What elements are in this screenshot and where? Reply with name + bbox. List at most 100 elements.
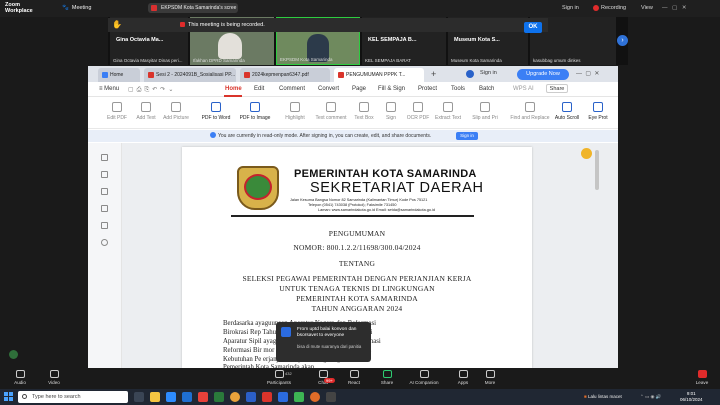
letterhead-rule — [231, 215, 474, 217]
menu-button[interactable]: ≡ Menu — [99, 86, 119, 92]
video-button[interactable]: Video — [37, 369, 71, 385]
zoom-app-icon[interactable] — [166, 392, 176, 402]
tab-document[interactable]: Sesi 2 - 2024091B_Sosialisasi PP... — [144, 68, 236, 82]
eye-protection-tool[interactable]: Eye Prot — [584, 102, 612, 121]
next-page-icon[interactable]: › — [617, 35, 628, 46]
textbox-icon — [359, 102, 369, 112]
excel-icon[interactable] — [214, 392, 224, 402]
menu-comment[interactable]: Comment — [279, 86, 305, 92]
ocr-pdf-tool[interactable]: OCR PDF — [404, 102, 432, 121]
text-box-tool[interactable]: Text Box — [352, 102, 376, 121]
leave-icon — [697, 370, 707, 378]
banner-sign-in-button[interactable]: Sign in — [456, 132, 478, 140]
share-screen-button[interactable]: Share — [370, 369, 404, 385]
sparkle-icon — [419, 370, 429, 378]
pdf-icon — [244, 72, 250, 78]
audio-button[interactable]: Audio — [3, 369, 37, 385]
leave-button[interactable]: Leave — [685, 369, 719, 385]
chat-popup[interactable]: From uptd balai konvon dan bsorsavet to … — [276, 322, 371, 362]
comment-icon[interactable] — [101, 188, 108, 195]
tab-document[interactable]: 2024kepmenpan6347.pdf — [240, 68, 330, 82]
menu-home[interactable]: Home — [225, 86, 242, 92]
document-org: PEMERINTAH KOTA SAMARINDA — [294, 168, 477, 180]
menu-wps-ai[interactable]: WPS AI — [513, 86, 534, 92]
menu-convert[interactable]: Convert — [318, 86, 339, 92]
more-button[interactable]: More — [473, 369, 507, 385]
file-explorer-icon[interactable] — [150, 392, 160, 402]
highlighter-icon — [290, 102, 300, 112]
react-button[interactable]: React — [337, 369, 371, 385]
settings-icon[interactable] — [101, 239, 108, 246]
window-controls[interactable]: — ▢ ✕ — [662, 5, 686, 11]
document-phone: Telepon (0541) 743038 (Protokol); Faksim… — [308, 203, 397, 207]
bookmark-icon[interactable] — [101, 154, 108, 161]
upgrade-button[interactable]: Upgrade Now — [517, 69, 569, 80]
city-seal-emblem — [244, 174, 272, 200]
pencil-icon[interactable] — [581, 148, 592, 159]
ok-button[interactable]: OK — [524, 22, 542, 33]
menu-edit[interactable]: Edit — [254, 86, 264, 92]
new-tab-button[interactable]: + — [431, 69, 436, 79]
signature-icon — [386, 102, 396, 112]
tab-home[interactable]: Home — [98, 68, 140, 82]
menu-fill-sign[interactable]: Fill & Sign — [378, 86, 405, 92]
search-icon[interactable] — [101, 222, 108, 229]
weather-status[interactable]: ■ Lalu lintas macet — [584, 394, 622, 399]
edit-pdf-tool[interactable]: Edit PDF — [104, 102, 130, 121]
thumbnail-icon[interactable] — [101, 171, 108, 178]
taskbar-clock[interactable]: 9:01 06/10/2024 — [680, 391, 703, 402]
avatar-icon[interactable] — [466, 70, 474, 78]
pdf-app-icon[interactable] — [262, 392, 272, 402]
zoom-sign-in[interactable]: Sign in — [562, 5, 579, 11]
attachment-icon[interactable] — [101, 205, 108, 212]
windows-start-icon[interactable] — [4, 392, 14, 402]
tab-active-document[interactable]: PENGUMUMAN PPPK T... — [334, 68, 424, 82]
menu-protect[interactable]: Protect — [418, 86, 437, 92]
whatsapp-icon[interactable] — [294, 392, 304, 402]
menu-tools[interactable]: Tools — [451, 86, 465, 92]
add-text-tool[interactable]: Add Text — [133, 102, 159, 121]
pdf-to-image-tool[interactable]: PDF to Image — [237, 102, 273, 121]
extract-text-tool[interactable]: Extract Text — [433, 102, 463, 121]
app-icon[interactable] — [326, 392, 336, 402]
recording-status[interactable]: Recording — [601, 5, 626, 11]
home-icon — [102, 72, 108, 78]
window-controls[interactable]: — ▢ ✕ — [576, 70, 599, 77]
system-tray-icons[interactable]: ⌃ ▭ ◉ 🔊 — [640, 394, 661, 400]
text-comment-tool[interactable]: Text comment — [312, 102, 350, 121]
sign-in-link[interactable]: Sign in — [480, 70, 497, 76]
zoom-reaction-icon[interactable] — [9, 350, 18, 359]
share-button[interactable]: Share — [546, 84, 568, 93]
slip-print-tool[interactable]: Slip and Pri — [466, 102, 504, 121]
picture-icon — [171, 102, 181, 112]
document-subject: SELEKSI PEGAWAI PEMERINTAH DENGAN PERJAN… — [242, 274, 472, 283]
find-replace-tool[interactable]: Find and Replace — [508, 102, 552, 121]
add-picture-tool[interactable]: Add Picture — [160, 102, 192, 121]
share-title-pill[interactable]: EKPSDM Kota Samarinda's scree — [148, 3, 238, 13]
pdf-to-word-tool[interactable]: PDF to Word — [198, 102, 234, 121]
ai-companion-button[interactable]: AI Companion — [404, 369, 444, 385]
edge-icon[interactable] — [182, 392, 192, 402]
menu-page[interactable]: Page — [352, 86, 366, 92]
chrome-icon[interactable] — [230, 392, 240, 402]
word-icon[interactable] — [246, 392, 256, 402]
quick-access-icons[interactable]: ▢⎙⎘↶↷⌄ — [128, 86, 176, 94]
highlight-tool[interactable]: Highlight — [280, 102, 310, 121]
vertical-scrollbar[interactable] — [595, 150, 599, 190]
view-button[interactable]: View — [641, 5, 653, 11]
zoom-brand: Zoom Workplace — [5, 2, 33, 14]
meeting-label[interactable]: 🐾 Meeting — [62, 5, 91, 11]
sign-tool[interactable]: Sign — [380, 102, 402, 121]
outlook-icon[interactable] — [278, 392, 288, 402]
taskbar-search[interactable]: Type here to search — [18, 391, 128, 403]
share-indicator-icon — [151, 5, 157, 11]
auto-scroll-tool[interactable]: Auto Scroll — [553, 102, 581, 121]
menu-batch[interactable]: Batch — [479, 86, 494, 92]
search-icon — [22, 394, 27, 399]
participant-video — [218, 33, 242, 59]
task-view-icon[interactable] — [134, 392, 144, 402]
scroll-icon — [562, 102, 572, 112]
firefox-icon[interactable] — [310, 392, 320, 402]
chat-button[interactable]: Chat — [306, 369, 340, 385]
wps-icon[interactable] — [198, 392, 208, 402]
